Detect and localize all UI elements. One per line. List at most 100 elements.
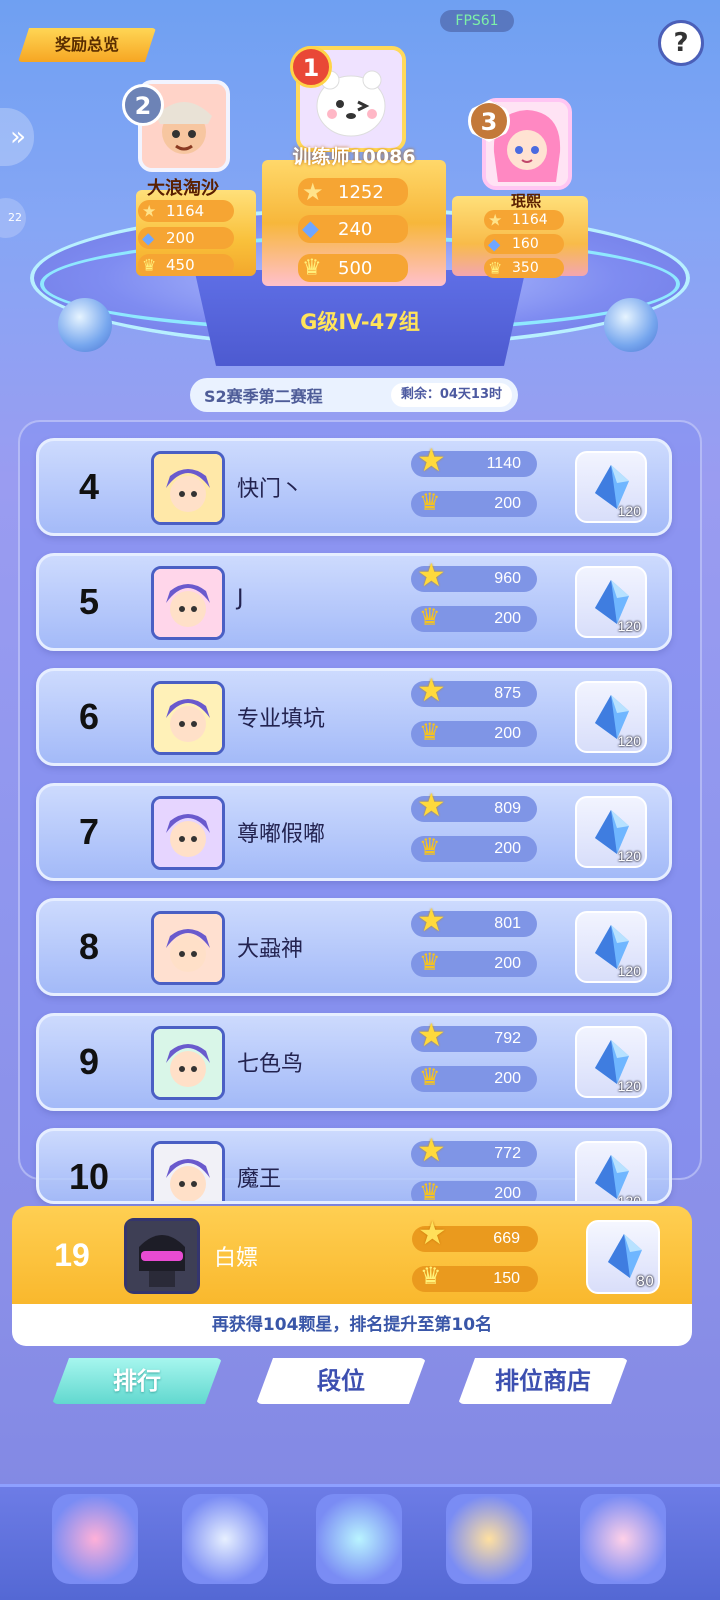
star-icon: ★ [142,201,157,221]
crown-icon: ♛ [419,948,441,976]
reward-box[interactable]: 120 [575,451,647,523]
crown-icon: ♛ [302,255,322,281]
top3-name: 珉熙 [510,192,541,210]
season-remaining: 剩余：04天13时 [390,383,512,407]
player-avatar[interactable] [151,796,225,870]
star-icon: ★ [417,556,446,594]
top1-diamonds: ◆ 240 [298,215,408,243]
fps-counter: FPS61 [440,10,514,32]
top1-stars: ★ 1252 [298,178,408,206]
rank-number: 10 [68,1156,110,1197]
player-avatar[interactable] [151,1026,225,1100]
diamond-icon: ◆ [302,216,319,242]
reward-box[interactable]: 120 [575,566,647,638]
star-icon: ★ [302,178,324,206]
player-name: 专业填坑 [237,707,326,732]
crown-icon: ♛ [419,718,441,746]
my-rank-row[interactable]: 19 白嫖 669 150 ★ ♛ 80 [12,1206,692,1304]
ranking-row[interactable]: 4 快门丶 1140 200 ★ ♛ 120 [36,438,672,536]
nav-gamepad-icon[interactable] [316,1494,402,1584]
crown-icon: ♛ [419,1063,441,1091]
help-icon[interactable]: ? [658,20,704,66]
crown-icon: ♛ [419,603,441,631]
diamond-icon: ◆ [488,234,501,254]
rank-2-medal-icon: 2 [122,84,164,126]
rank-number: 6 [78,696,100,737]
player-avatar[interactable] [151,681,225,755]
top1-crowns: ♛ 500 [298,254,408,282]
nav-flag-icon[interactable] [52,1494,138,1584]
rank-up-tip: 再获得104颗星，排名提升至第10名 [12,1304,692,1346]
ranking-row[interactable]: 10 魔王 772 200 ★ ♛ 120 [36,1128,672,1204]
top3-diamonds: ◆ 160 [484,234,564,254]
top2-crowns: ♛ 450 [138,254,234,276]
nav-machine-icon[interactable] [580,1494,666,1584]
player-avatar[interactable] [151,451,225,525]
ranking-row[interactable]: 8 大蝨神 801 200 ★ ♛ 120 [36,898,672,996]
crown-icon: ♛ [419,488,441,516]
my-reward[interactable]: 80 [586,1220,660,1294]
star-icon: ★ [488,210,503,230]
star-icon: ★ [417,441,446,479]
player-name: J [237,586,244,611]
star-icon: ★ [417,901,446,939]
star-icon: ★ [417,671,446,709]
top3-crowns: ♛ 350 [484,258,564,278]
tab-ranking[interactable]: 排行 [52,1358,222,1404]
player-avatar[interactable] [151,911,225,985]
nav-trophy-icon[interactable] [446,1494,532,1584]
tab-tier[interactable]: 段位 [256,1358,426,1404]
side-expand-chevron-icon[interactable]: » [0,108,34,166]
player-name: 七色鸟 [237,1052,304,1077]
player-avatar[interactable] [151,566,225,640]
rank-1-medal-icon: 1 [290,46,332,88]
ranking-row[interactable]: 7 尊嘟假嘟 809 200 ★ ♛ 120 [36,783,672,881]
rank-number: 7 [78,811,100,852]
player-name: 大蝨神 [237,937,304,962]
reward-box[interactable]: 120 [575,1141,647,1204]
reward-amount: 120 [617,733,641,749]
rank-number: 5 [78,581,100,622]
top1-name: 训练师10086 [292,146,416,168]
reward-amount: 120 [617,618,641,634]
tab-rank-shop[interactable]: 排位商店 [458,1358,628,1404]
ranking-row[interactable]: 5 J 960 200 ★ ♛ 120 [36,553,672,651]
player-name: 快门丶 [237,477,304,502]
season-bar: S2赛季第二赛程 剩余：04天13时 [190,378,518,412]
reward-box[interactable]: 120 [575,681,647,753]
my-name: 白嫖 [214,1246,259,1271]
reward-amount: 120 [617,1193,641,1204]
reward-amount: 120 [617,848,641,864]
reward-amount: 120 [617,503,641,519]
rank-number: 8 [78,926,100,967]
star-icon: ★ [418,1214,447,1252]
crown-icon: ♛ [419,833,441,861]
nav-whistle-icon[interactable] [182,1494,268,1584]
star-icon: ★ [417,1016,446,1054]
my-avatar[interactable] [124,1218,200,1294]
my-rank-number: 19 [54,1237,90,1273]
player-name: 魔王 [237,1167,282,1192]
stage-lamp-right-icon [604,298,658,352]
crown-icon: ♛ [420,1262,442,1290]
reward-box[interactable]: 120 [575,1026,647,1098]
top3-stars: ★ 1164 [484,210,564,230]
top2-stars: ★ 1164 [138,200,234,222]
player-avatar[interactable] [151,1141,225,1201]
diamond-icon [608,1234,642,1278]
reward-overview-button[interactable]: 奖励总览 [18,28,156,62]
reward-box[interactable]: 120 [575,796,647,868]
diamond-icon: ◆ [142,228,155,248]
ranking-row[interactable]: 6 专业填坑 875 200 ★ ♛ 120 [36,668,672,766]
season-title: S2赛季第二赛程 [204,387,323,406]
my-reward-amount: 80 [636,1274,654,1290]
crown-icon: ♛ [488,258,503,278]
reward-box[interactable]: 120 [575,911,647,983]
reward-amount: 120 [617,1078,641,1094]
rank-number: 9 [78,1041,100,1082]
crown-icon: ♛ [142,255,157,275]
ranking-row[interactable]: 9 七色鸟 792 200 ★ ♛ 120 [36,1013,672,1111]
group-name: G级IV-47组 [300,310,420,334]
side-circle-button[interactable]: 22 [0,198,26,238]
star-icon: ★ [417,786,446,824]
